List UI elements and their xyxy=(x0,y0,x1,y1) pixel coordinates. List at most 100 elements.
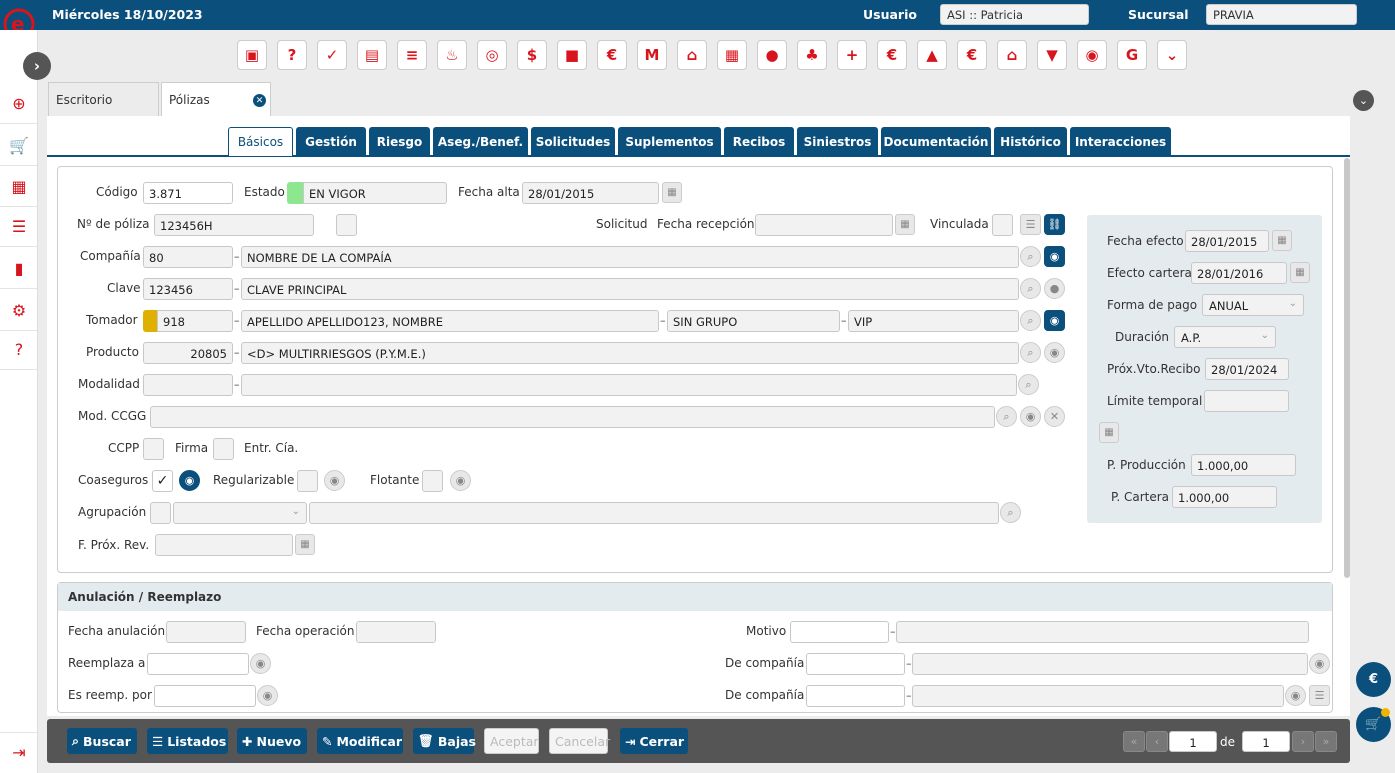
prox-vto-field[interactable]: 28/01/2024 xyxy=(1205,358,1289,380)
calendar-icon[interactable]: ▦ xyxy=(895,214,915,235)
search-icon[interactable]: ⌕ xyxy=(1020,342,1041,363)
user-check-icon[interactable]: ✓ xyxy=(317,40,347,70)
ccpp-checkbox[interactable] xyxy=(143,438,164,460)
eye-icon[interactable]: ◉ xyxy=(1285,685,1306,706)
modalidad-name-field[interactable] xyxy=(241,374,1017,396)
limite-field[interactable] xyxy=(1204,390,1289,412)
compania-name-field[interactable]: NOMBRE DE LA COMPAÍA xyxy=(241,246,1019,268)
search-icon[interactable]: ⌕ xyxy=(1020,246,1041,267)
page-input[interactable]: 1 xyxy=(1169,731,1217,752)
tab-recibos[interactable]: Recibos xyxy=(724,127,794,156)
compania-code-field[interactable]: 80 xyxy=(143,246,233,268)
flotante-checkbox[interactable] xyxy=(422,470,443,492)
chevron-down-icon[interactable]: ⌄ xyxy=(1353,90,1374,111)
codigo-field[interactable]: 3.871 xyxy=(143,182,233,204)
person-icon[interactable]: ● xyxy=(757,40,787,70)
producto-name-field[interactable]: <D> MULTIRRIESGOS (P.Y.M.E.) xyxy=(241,342,1019,364)
agrupacion-select[interactable]: ⌄ xyxy=(173,502,307,524)
fprox-field[interactable] xyxy=(155,534,293,556)
document-icon[interactable]: ▤ xyxy=(357,40,387,70)
expand-menu-button[interactable]: › xyxy=(23,52,51,80)
buscar-button[interactable]: ⌕ Buscar xyxy=(67,728,137,754)
euro-circle-icon[interactable]: € xyxy=(957,40,987,70)
link-icon[interactable]: ⛓ xyxy=(1044,214,1065,235)
search-icon[interactable]: ⌕ xyxy=(1018,374,1039,395)
briefcase-icon[interactable]: ■ xyxy=(557,40,587,70)
bar-chart-icon[interactable]: ▮ xyxy=(0,249,38,289)
building-plus-icon[interactable]: + xyxy=(837,40,867,70)
tab-siniestros[interactable]: Siniestros xyxy=(797,127,878,156)
scrollbar[interactable] xyxy=(1344,158,1350,578)
de-compania-code-field[interactable] xyxy=(806,685,905,707)
calendar-icon[interactable]: ▦ xyxy=(1272,230,1292,251)
es-reemp-field[interactable] xyxy=(154,685,256,707)
user-question-icon[interactable]: ? xyxy=(277,40,307,70)
target-icon[interactable]: ◎ xyxy=(477,40,507,70)
cerrar-button[interactable]: ⇥ Cerrar xyxy=(620,728,688,754)
poliza-field[interactable]: 123456H xyxy=(154,214,314,236)
fecha-anulacion-field[interactable] xyxy=(166,621,246,643)
poliza-checkbox[interactable] xyxy=(336,214,357,236)
clear-icon[interactable]: ✕ xyxy=(1044,406,1065,427)
people-icon[interactable]: ♣ xyxy=(797,40,827,70)
tomador-grupo-field[interactable]: SIN GRUPO xyxy=(667,310,840,332)
eye-icon[interactable]: ◉ xyxy=(179,470,200,491)
list-icon[interactable]: ☰ xyxy=(1020,214,1041,235)
cancelar-button[interactable]: Cancelar xyxy=(549,728,610,754)
gear-icon[interactable]: ⚙ xyxy=(0,291,38,331)
modificar-button[interactable]: ✎ Modificar xyxy=(317,728,403,754)
calendar-icon[interactable]: ▦ xyxy=(295,534,315,555)
last-page-icon[interactable]: » xyxy=(1315,731,1337,752)
nuevo-button[interactable]: ✚ Nuevo xyxy=(237,728,307,754)
fecha-alta-field[interactable]: 28/01/2015 xyxy=(522,182,659,204)
eye-icon[interactable]: ◉ xyxy=(324,470,345,491)
firma-checkbox[interactable] xyxy=(213,438,234,460)
fecha-operacion-field[interactable] xyxy=(356,621,436,643)
tab-gestión[interactable]: Gestión xyxy=(296,127,366,156)
dot-icon[interactable]: ● xyxy=(1044,278,1065,299)
p-produccion-field[interactable]: 1.000,00 xyxy=(1191,454,1296,476)
tab-aseg-benef[interactable]: Aseg./Benef. xyxy=(433,127,528,156)
eye-icon[interactable]: ◉ xyxy=(1044,246,1065,267)
clave-code-field[interactable]: 123456 xyxy=(143,278,233,300)
tab-riesgo[interactable]: Riesgo xyxy=(369,127,430,156)
aceptar-button[interactable]: Aceptar xyxy=(484,728,539,754)
p-cartera-field[interactable]: 1.000,00 xyxy=(1172,486,1277,508)
chevron-down-icon[interactable]: ⌄ xyxy=(1157,40,1187,70)
eye-icon[interactable]: ◉ xyxy=(250,653,271,674)
motivo-name-field[interactable] xyxy=(896,621,1309,643)
tab-interacciones[interactable]: Interacciones xyxy=(1070,127,1171,156)
de-compania-name-field[interactable] xyxy=(912,653,1308,675)
list-icon[interactable]: ☰ xyxy=(1309,685,1330,706)
close-tab-icon[interactable]: ✕ xyxy=(253,94,266,107)
tab-solicitudes[interactable]: Solicitudes xyxy=(531,127,615,156)
estado-field[interactable]: EN VIGOR xyxy=(303,182,447,204)
settings-sliders-icon[interactable]: ☰ xyxy=(0,207,38,247)
de-compania-code-field[interactable] xyxy=(806,653,905,675)
chart-m-icon[interactable]: M xyxy=(637,40,667,70)
people-up-icon[interactable]: ▲ xyxy=(917,40,947,70)
list-icon[interactable]: ≡ xyxy=(397,40,427,70)
tab-escritorio[interactable]: Escritorio xyxy=(48,82,159,116)
buildings-icon[interactable]: ▦ xyxy=(717,40,747,70)
tab-documentación[interactable]: Documentación xyxy=(881,127,991,156)
calendar-icon[interactable]: ▦ xyxy=(1099,422,1119,443)
eye-icon[interactable]: ◉ xyxy=(1044,310,1065,331)
prev-page-icon[interactable]: ‹ xyxy=(1146,731,1168,752)
house-euro-icon[interactable]: ⌂ xyxy=(997,40,1027,70)
agrupacion-field[interactable] xyxy=(309,502,999,524)
motivo-code-field[interactable] xyxy=(790,621,889,643)
clave-name-field[interactable]: CLAVE PRINCIPAL xyxy=(241,278,1019,300)
duracion-select[interactable]: A.P. ⌄ xyxy=(1174,326,1276,348)
listados-button[interactable]: ☰ Listados xyxy=(147,728,228,754)
bag-euro-icon[interactable]: € xyxy=(597,40,627,70)
agrupacion-checkbox[interactable] xyxy=(150,502,171,524)
shield-euro-icon[interactable]: ▼ xyxy=(1037,40,1067,70)
fire-icon[interactable]: ♨ xyxy=(437,40,467,70)
de-compania-name-field[interactable] xyxy=(912,685,1284,707)
search-icon[interactable]: ⌕ xyxy=(1020,310,1041,331)
plus-circle-icon[interactable]: ⊕ xyxy=(0,84,38,124)
tomador-code-field[interactable]: 918 xyxy=(157,310,233,332)
logout-icon[interactable]: ⇥ xyxy=(0,732,38,772)
efecto-cartera-field[interactable]: 28/01/2016 xyxy=(1191,262,1287,284)
